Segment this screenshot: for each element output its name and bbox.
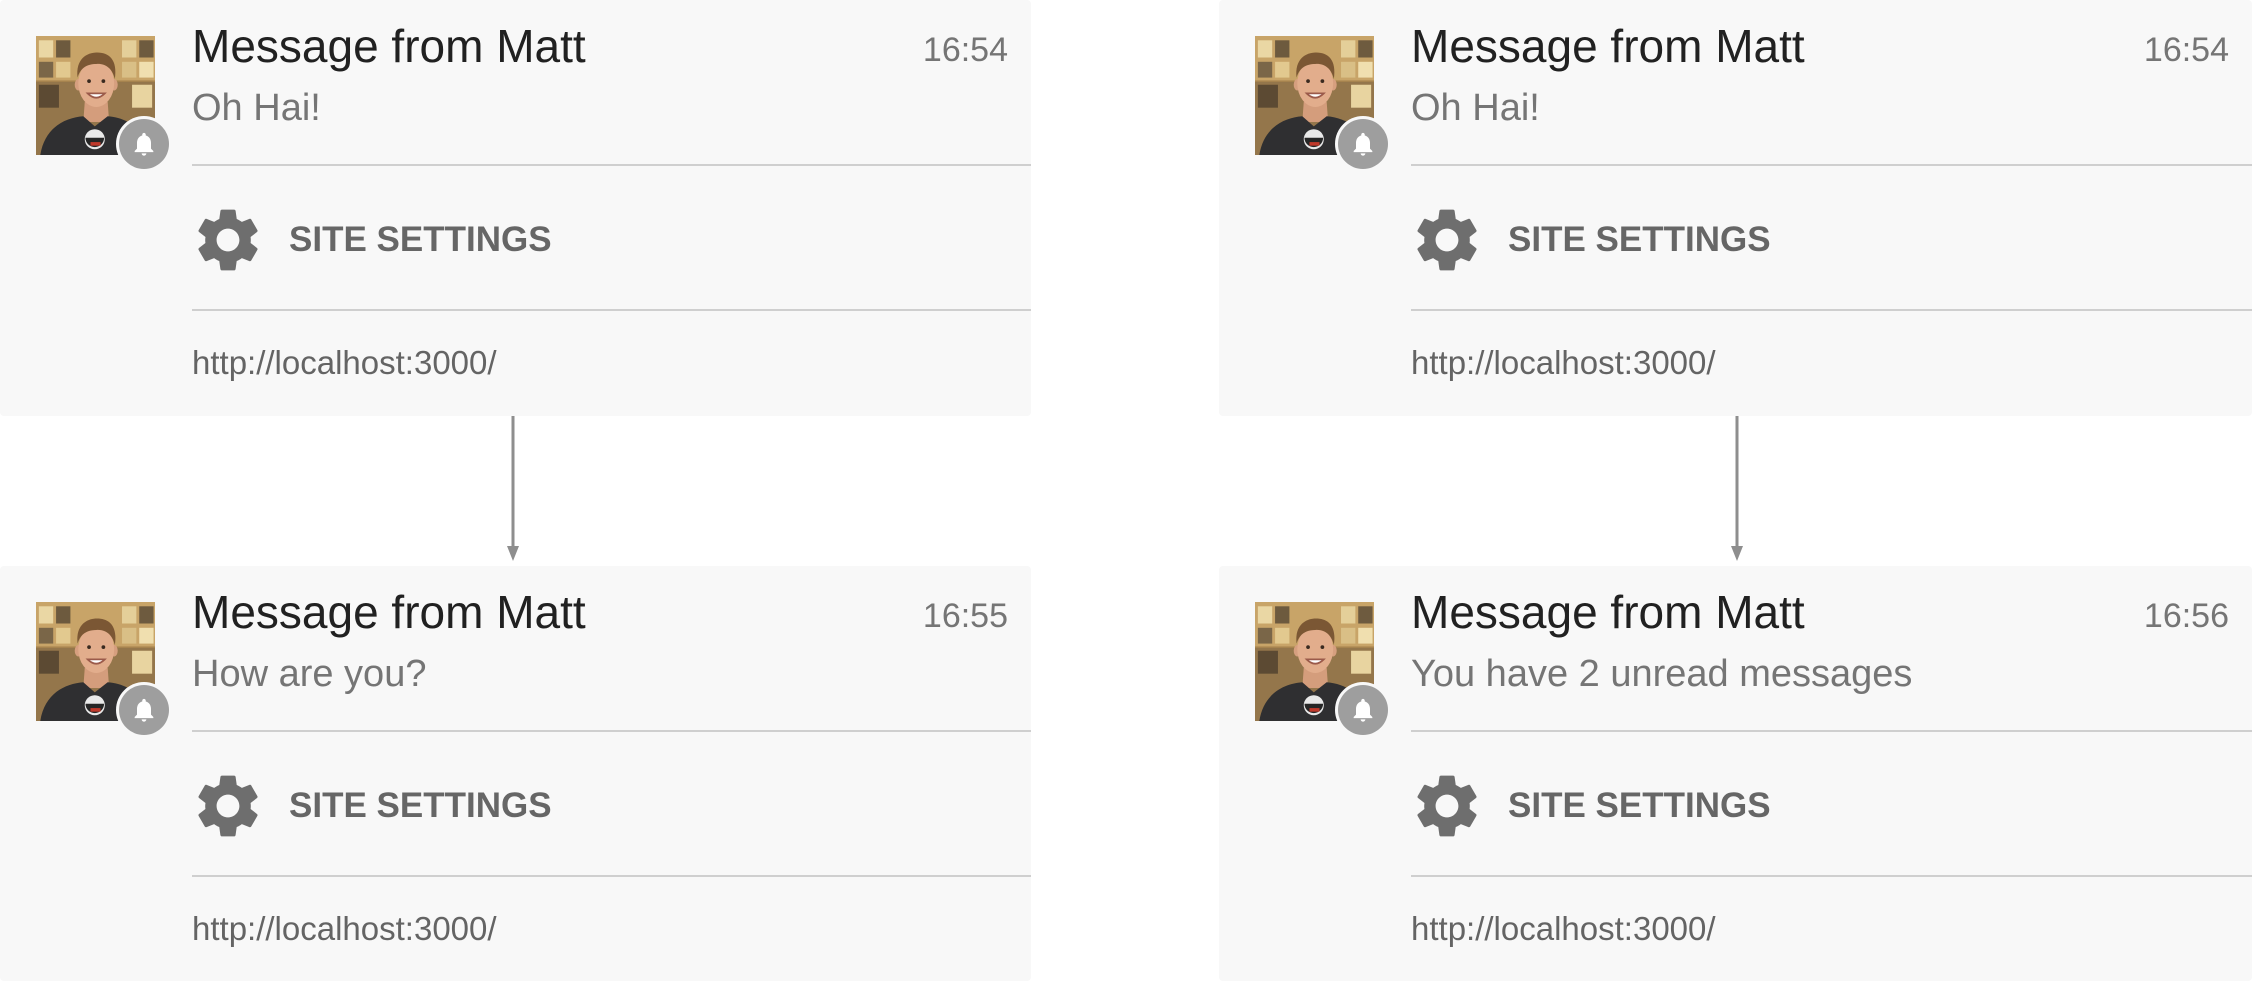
notification-body: You have 2 unread messages — [1411, 653, 1913, 695]
arrow-down-icon — [1731, 416, 1743, 561]
site-settings-label: SITE SETTINGS — [289, 786, 552, 825]
gear-icon — [190, 768, 266, 844]
divider — [1411, 730, 2252, 732]
notification-time: 16:56 — [2143, 597, 2229, 635]
divider — [192, 730, 1031, 732]
notification-origin: http://localhost:3000/ — [192, 344, 497, 381]
notification-card[interactable]: Message from Matt 16:54 Oh Hai! SITE SET… — [1219, 0, 2252, 416]
notification-time: 16:54 — [2143, 31, 2229, 69]
notification-badge — [1338, 119, 1388, 169]
notification-time: 16:55 — [922, 597, 1008, 635]
notification-time: 16:54 — [922, 31, 1008, 69]
bell-icon — [1349, 696, 1377, 724]
notification-title: Message from Matt — [192, 586, 586, 638]
notification-card[interactable]: Message from Matt 16:56 You have 2 unrea… — [1219, 566, 2252, 981]
gear-icon — [1409, 768, 1485, 844]
divider — [1411, 164, 2252, 166]
site-settings-button[interactable]: SITE SETTINGS — [190, 198, 552, 282]
divider — [1411, 875, 2252, 877]
site-settings-button[interactable]: SITE SETTINGS — [1409, 764, 1771, 848]
bell-icon — [130, 696, 158, 724]
arrow-down-icon — [507, 416, 519, 561]
notification-body: Oh Hai! — [1411, 87, 1540, 129]
notification-body: Oh Hai! — [192, 87, 321, 129]
notification-title: Message from Matt — [1411, 20, 1805, 72]
divider — [192, 309, 1031, 311]
bell-icon — [1349, 130, 1377, 158]
divider — [192, 164, 1031, 166]
notification-badge — [119, 685, 169, 735]
notification-origin: http://localhost:3000/ — [1411, 344, 1716, 381]
notification-body: How are you? — [192, 653, 427, 695]
bell-icon — [130, 130, 158, 158]
notification-title: Message from Matt — [1411, 586, 1805, 638]
divider — [192, 875, 1031, 877]
notification-card[interactable]: Message from Matt 16:54 Oh Hai! SITE SET… — [0, 0, 1031, 416]
notification-flow-right: Message from Matt 16:54 Oh Hai! SITE SET… — [1219, 0, 2252, 983]
gear-icon — [1409, 202, 1485, 278]
notification-badge — [1338, 685, 1388, 735]
site-settings-button[interactable]: SITE SETTINGS — [190, 764, 552, 848]
gear-icon — [190, 202, 266, 278]
site-settings-label: SITE SETTINGS — [1508, 220, 1771, 259]
site-settings-label: SITE SETTINGS — [289, 220, 552, 259]
notification-flow-left: Message from Matt 16:54 Oh Hai! SITE SET… — [0, 0, 1031, 983]
notification-badge — [119, 119, 169, 169]
notification-card[interactable]: Message from Matt 16:55 How are you? SIT… — [0, 566, 1031, 981]
notification-origin: http://localhost:3000/ — [192, 910, 497, 947]
divider — [1411, 309, 2252, 311]
notification-origin: http://localhost:3000/ — [1411, 910, 1716, 947]
site-settings-button[interactable]: SITE SETTINGS — [1409, 198, 1771, 282]
notification-title: Message from Matt — [192, 20, 586, 72]
site-settings-label: SITE SETTINGS — [1508, 786, 1771, 825]
